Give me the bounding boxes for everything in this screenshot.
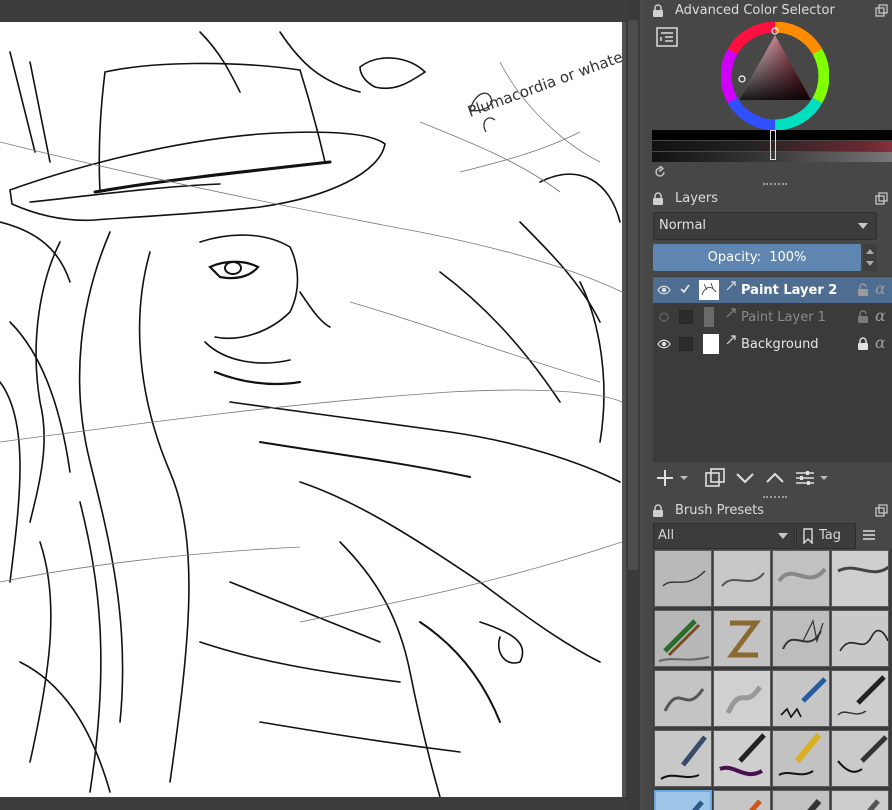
- layer-type-icon: [726, 308, 736, 318]
- lock-icon[interactable]: [652, 4, 664, 18]
- brush-preset-brush-pen-purple[interactable]: [713, 730, 771, 787]
- canvas-area[interactable]: Plumacordia or whatever: [0, 0, 640, 810]
- brush-preset-dry-brush[interactable]: [772, 610, 830, 667]
- brush-preset-basic-pencil[interactable]: [654, 550, 712, 607]
- move-down-icon[interactable]: [733, 466, 757, 490]
- move-up-icon[interactable]: [763, 466, 787, 490]
- brush-presets-title-bar: Brush Presets: [643, 500, 892, 522]
- color-selector-panel: Advanced Color Selector: [643, 0, 892, 185]
- opacity-spinner[interactable]: [863, 244, 877, 271]
- locked-icon[interactable]: [857, 337, 869, 351]
- float-panel-icon[interactable]: [875, 4, 888, 17]
- checkmark-icon[interactable]: [679, 283, 691, 295]
- brush-preset-pen-nib-blue[interactable]: [772, 670, 830, 727]
- float-panel-icon[interactable]: [875, 192, 888, 205]
- unlocked-icon[interactable]: [857, 310, 869, 324]
- layer-type-icon: [726, 335, 736, 345]
- unlocked-icon[interactable]: [857, 283, 869, 297]
- color-selector-title-bar: Advanced Color Selector: [643, 0, 892, 22]
- eye-icon[interactable]: [657, 283, 671, 297]
- sketch-drawing: Plumacordia or whatever: [0, 31, 622, 797]
- vertical-scrollbar[interactable]: [626, 0, 640, 810]
- scrollbar-thumb[interactable]: [628, 20, 638, 570]
- layer-properties-icon[interactable]: [793, 466, 817, 490]
- alpha-lock-icon[interactable]: α: [875, 279, 886, 298]
- layer-thumbnail: [699, 280, 719, 300]
- hidden-eye-icon[interactable]: [657, 310, 671, 324]
- layer-type-icon: [726, 281, 736, 291]
- brush-preset-smooth-blender[interactable]: [713, 670, 771, 727]
- brush-preset-ink-pen-black[interactable]: [831, 670, 889, 727]
- hue-ring-selector[interactable]: [721, 22, 829, 130]
- canvas-top-ruler: [0, 0, 640, 22]
- brush-filter-select[interactable]: All: [653, 523, 795, 549]
- brush-preset-pencil-dark[interactable]: [831, 790, 889, 810]
- brush-preset-calligraphy-pen[interactable]: [772, 730, 830, 787]
- layers-title-bar: Layers: [643, 188, 892, 210]
- brush-preset-chalk-zigzag[interactable]: [713, 610, 771, 667]
- layer-thumbnail: [703, 334, 719, 354]
- brush-preset-blender-smudge[interactable]: [654, 670, 712, 727]
- brush-preset-watercolor-brush[interactable]: [713, 790, 771, 810]
- brush-preset-marker-tip[interactable]: [831, 730, 889, 787]
- layer-checkbox[interactable]: [679, 310, 693, 324]
- brush-preset-colored-pencils[interactable]: [654, 610, 712, 667]
- layer-name: Background: [741, 337, 819, 352]
- color-selector-title: Advanced Color Selector: [675, 3, 835, 18]
- alpha-lock-icon[interactable]: α: [875, 306, 886, 325]
- refresh-icon[interactable]: [654, 166, 666, 178]
- brush-filter-value: All: [658, 528, 675, 543]
- add-layer-menu-icon[interactable]: [677, 466, 691, 490]
- brush-preset-charcoal-stick[interactable]: [772, 790, 830, 810]
- brush-preset-technical-pen-blue[interactable]: [654, 790, 712, 810]
- horizontal-scrollbar[interactable]: [0, 797, 626, 810]
- layers-title: Layers: [675, 191, 719, 206]
- color-cursor: [770, 130, 776, 160]
- add-layer-icon[interactable]: [653, 466, 677, 490]
- chevron-down-icon: [778, 533, 788, 539]
- layer-thumbnail: [704, 307, 714, 327]
- tag-label: Tag: [819, 528, 842, 543]
- layer-toolbar: [651, 466, 892, 492]
- bookmark-icon: [803, 528, 813, 544]
- alpha-lock-icon[interactable]: α: [875, 333, 886, 352]
- opacity-value: 100%: [769, 250, 807, 265]
- chevron-down-icon: [858, 223, 868, 229]
- layer-row-background[interactable]: Background α: [653, 331, 892, 357]
- right-dock: Advanced Color Selector Layers Normal Op…: [643, 0, 892, 810]
- layer-row-paint-layer-1[interactable]: Paint Layer 1 α: [653, 304, 892, 330]
- drawing-canvas[interactable]: Plumacordia or whatever: [0, 22, 622, 797]
- brush-presets-title: Brush Presets: [675, 503, 764, 518]
- list-settings-icon[interactable]: [656, 27, 678, 47]
- lock-icon[interactable]: [652, 192, 664, 206]
- lock-icon[interactable]: [652, 504, 664, 518]
- properties-menu-icon[interactable]: [817, 466, 831, 490]
- brush-preset-soft-pencil[interactable]: [713, 550, 771, 607]
- brush-preset-airbrush[interactable]: [772, 550, 830, 607]
- brush-preset-ink-stroke[interactable]: [831, 550, 889, 607]
- brush-preset-grid[interactable]: [653, 550, 892, 810]
- brush-preset-fountain-pen[interactable]: [654, 730, 712, 787]
- eye-icon[interactable]: [657, 337, 671, 351]
- blend-mode-value: Normal: [659, 218, 707, 233]
- layer-row-paint-layer-2[interactable]: Paint Layer 2 α: [653, 277, 892, 303]
- layer-name: Paint Layer 1: [741, 310, 826, 325]
- opacity-slider[interactable]: Opacity: 100%: [653, 244, 861, 271]
- float-panel-icon[interactable]: [875, 504, 888, 517]
- duplicate-layer-icon[interactable]: [703, 466, 727, 490]
- layer-checkbox[interactable]: [679, 337, 693, 351]
- tag-button[interactable]: Tag: [796, 523, 856, 549]
- opacity-label: Opacity:: [707, 250, 762, 265]
- layer-name: Paint Layer 2: [741, 283, 838, 298]
- layer-list[interactable]: Paint Layer 2 α Paint Layer 1 α Backgrou…: [653, 276, 892, 462]
- canvas-annotation: Plumacordia or whatever: [465, 39, 622, 120]
- brush-preset-fine-ink[interactable]: [831, 610, 889, 667]
- blend-mode-select[interactable]: Normal: [653, 212, 877, 240]
- view-menu-icon[interactable]: [861, 527, 877, 543]
